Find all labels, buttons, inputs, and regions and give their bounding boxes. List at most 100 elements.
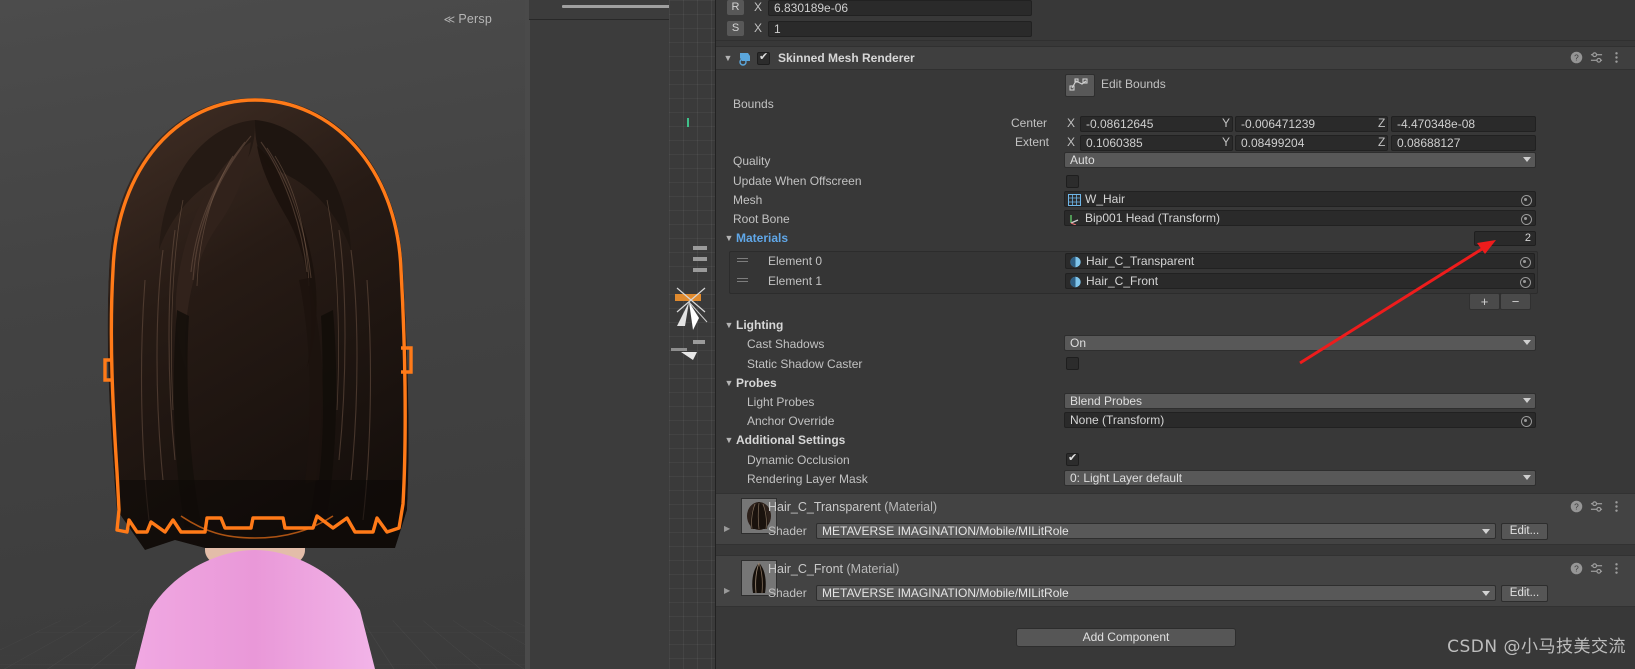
root-bone-row[interactable]: Root Bone Bip001 Head (Transform) [716,210,1635,229]
help-icon[interactable]: ? [1570,562,1583,575]
projection-mode-label[interactable]: ≪ Persp [444,12,492,26]
extent-axis-y: Y [1222,135,1231,149]
quality-row[interactable]: Quality Auto [716,152,1635,171]
object-picker-icon[interactable] [1520,257,1531,268]
materials-count-field[interactable]: 2 [1474,231,1536,246]
probes-section-header[interactable]: ▼ Probes [716,374,1635,393]
preset-icon[interactable] [1590,562,1603,575]
menu-icon[interactable] [1610,500,1623,513]
materials-section-header[interactable]: ▼ Materials 2 [716,229,1635,248]
shader-dropdown[interactable]: METAVERSE IMAGINATION/Mobile/MILitRole [816,523,1496,539]
preset-icon[interactable] [1590,500,1603,513]
chevron-down-icon [1482,591,1490,596]
menu-icon[interactable] [1610,562,1623,575]
rendering-layer-mask-row[interactable]: Rendering Layer Mask 0: Light Layer defa… [716,470,1635,489]
material-element-row[interactable]: Element 1 Hair_C_Front [730,272,1537,291]
root-bone-object-field[interactable]: Bip001 Head (Transform) [1064,210,1536,226]
lighting-section-header[interactable]: ▼ Lighting [716,316,1635,335]
material-suffix: (Material) [884,500,938,514]
probes-foldout-icon[interactable]: ▼ [723,377,735,389]
dynamic-occlusion-checkbox[interactable] [1066,451,1079,466]
static-shadow-caster-row[interactable]: Static Shadow Caster [716,355,1635,374]
material-foldout-icon[interactable]: ▶ [724,524,734,534]
object-picker-icon[interactable] [1521,195,1532,206]
material-card[interactable]: ▶ Hair_C_Front (Material) ? Shader METAV… [716,555,1635,607]
menu-icon[interactable] [1610,51,1623,64]
center-y-field[interactable]: -0.006471239 [1235,116,1388,132]
element-0-object-field[interactable]: Hair_C_Transparent [1065,253,1535,269]
material-foldout-icon[interactable]: ▶ [724,586,734,596]
add-material-button[interactable]: + [1469,293,1500,310]
element-1-value: Hair_C_Front [1086,274,1159,288]
object-picker-icon[interactable] [1521,214,1532,225]
object-picker-icon[interactable] [1520,277,1531,288]
extent-z-field[interactable]: 0.08688127 [1391,135,1536,151]
drag-handle-icon[interactable] [737,278,748,285]
add-component-button[interactable]: Add Component [1016,628,1236,647]
scene-gizmo-strip[interactable] [669,0,715,669]
extent-y-field[interactable]: 0.08499204 [1235,135,1388,151]
edit-shader-button[interactable]: Edit... [1501,585,1548,602]
help-icon[interactable]: ? [1570,51,1583,64]
extent-axis-x: X [1067,135,1076,149]
anchor-override-object-field[interactable]: None (Transform) [1064,412,1536,428]
update-when-offscreen-label: Update When Offscreen [733,174,862,188]
remove-material-button[interactable]: − [1500,293,1531,310]
light-probes-dropdown[interactable]: Blend Probes [1064,393,1536,409]
mesh-row[interactable]: Mesh W_Hair [716,191,1635,210]
material-element-row[interactable]: Element 0 Hair_C_Transparent [730,252,1537,271]
drag-handle-icon[interactable] [737,258,748,265]
transform-scale-row[interactable]: S X 1 Y 1 Z 1 [716,19,1635,39]
material-name: Hair_C_Transparent (Material) [768,500,937,514]
component-enabled-checkbox[interactable] [757,50,770,65]
mesh-object-field[interactable]: W_Hair [1064,191,1536,207]
material-card[interactable]: ▶ Hair_C_Transparent (Material) ? Shader… [716,493,1635,545]
edit-bounds-label: Edit Bounds [1101,77,1166,91]
component-foldout-icon[interactable]: ▼ [722,52,734,64]
rendering-layer-mask-dropdown[interactable]: 0: Light Layer default [1064,470,1536,486]
inspector-panel[interactable]: R X 6.830189e-06 Y 0 Z 0 S X 1 Y 1 Z 1 ▼ [715,0,1635,669]
cast-shadows-row[interactable]: Cast Shadows On [716,335,1635,354]
additional-settings-header[interactable]: ▼ Additional Settings [716,431,1635,450]
panel-slider[interactable] [562,5,680,8]
material-name-text: Hair_C_Front [768,562,844,576]
material-icon [1070,256,1081,268]
center-x-field[interactable]: -0.08612645 [1080,116,1233,132]
skinned-mesh-renderer-header[interactable]: ▼ Skinned Mesh Renderer ? [716,46,1635,70]
panel-divider[interactable] [525,0,530,669]
mesh-value: W_Hair [1085,192,1126,206]
static-shadow-caster-checkbox[interactable] [1066,357,1079,370]
lighting-foldout-icon[interactable]: ▼ [723,319,735,331]
update-when-offscreen-checkbox[interactable] [1066,175,1079,188]
scale-x-field[interactable]: 1 [768,21,1032,37]
materials-foldout-icon[interactable]: ▼ [723,232,735,244]
extent-x-field[interactable]: 0.1060385 [1080,135,1233,151]
preset-icon[interactable] [1590,51,1603,64]
bounds-center-row[interactable]: Center X -0.08612645 Y -0.006471239 Z -4… [716,114,1635,133]
anchor-override-row[interactable]: Anchor Override None (Transform) [716,412,1635,431]
bounds-extent-row[interactable]: Extent X 0.1060385 Y 0.08499204 Z 0.0868… [716,133,1635,152]
edit-bounds-toggle[interactable] [1065,74,1095,97]
center-z-field[interactable]: -4.470348e-08 [1391,116,1536,132]
light-probes-row[interactable]: Light Probes Blend Probes [716,393,1635,412]
character-model[interactable] [55,80,455,669]
quality-dropdown[interactable]: Auto [1064,152,1536,168]
transform-rotation-row[interactable]: R X 6.830189e-06 Y 0 Z 0 [716,0,1635,18]
material-header-icons[interactable]: ? [1570,500,1623,513]
additional-settings-foldout-icon[interactable]: ▼ [723,434,735,446]
scene-viewport[interactable]: ≪ Persp [0,0,525,669]
edit-shader-button[interactable]: Edit... [1501,523,1548,540]
shader-dropdown[interactable]: METAVERSE IMAGINATION/Mobile/MILitRole [816,585,1496,601]
light-probes-value: Blend Probes [1070,394,1143,408]
dynamic-occlusion-row[interactable]: Dynamic Occlusion [716,451,1635,470]
edit-bounds-row[interactable]: Edit Bounds [716,74,1635,98]
object-picker-icon[interactable] [1521,416,1532,427]
cast-shadows-dropdown[interactable]: On [1064,335,1536,351]
component-header-icons[interactable]: ? [1570,51,1623,64]
materials-array[interactable]: Element 0 Hair_C_Transparent Element 1 H… [729,251,1538,294]
rotation-x-field[interactable]: 6.830189e-06 [768,0,1032,16]
element-1-object-field[interactable]: Hair_C_Front [1065,273,1535,289]
help-icon[interactable]: ? [1570,500,1583,513]
material-header-icons[interactable]: ? [1570,562,1623,575]
update-when-offscreen-row[interactable]: Update When Offscreen [716,172,1635,191]
